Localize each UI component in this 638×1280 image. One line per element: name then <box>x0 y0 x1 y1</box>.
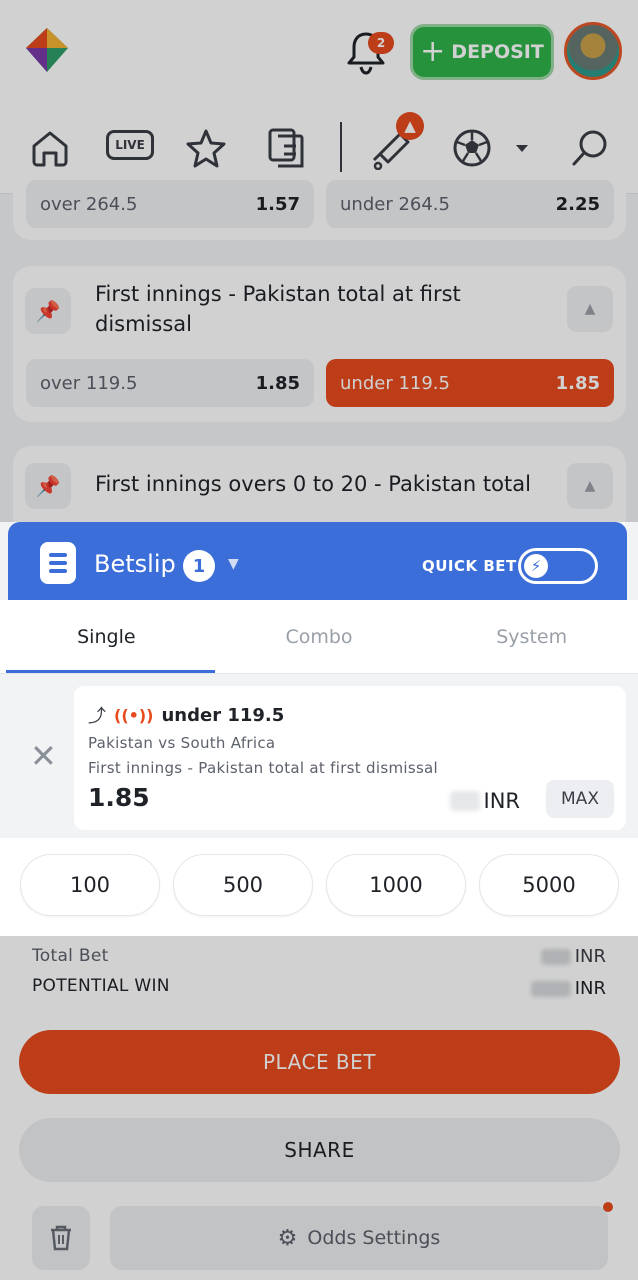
fire-icon: ▲ <box>396 112 424 140</box>
bet-match: Pakistan vs South Africa <box>88 734 276 752</box>
market-outcomes: over 119.5 1.85 under 119.5 1.85 <box>26 359 614 407</box>
betslip-icon <box>40 542 76 584</box>
live-nav-item[interactable]: LIVE <box>106 130 154 160</box>
outcome-label: over 119.5 <box>40 372 138 394</box>
clear-betslip-button[interactable] <box>32 1206 90 1270</box>
close-icon[interactable]: ✕ <box>30 740 57 772</box>
search-icon[interactable] <box>568 126 612 170</box>
pin-icon[interactable]: 📌 <box>25 463 71 509</box>
betslip-footer: Total Bet INR POTENTIAL WIN INR PLACE BE… <box>0 936 638 1280</box>
bet-selection-row: ⤴ ((•)) under 119.5 <box>88 702 284 728</box>
outcome-button-selected[interactable]: under 119.5 1.85 <box>326 359 614 407</box>
collapse-icon[interactable]: ▲ <box>567 463 613 509</box>
quick-amount-button[interactable]: 500 <box>173 854 313 916</box>
bet-market: First innings - Pakistan total at first … <box>88 759 439 777</box>
place-bet-button[interactable]: PLACE BET <box>19 1030 620 1094</box>
outcome-odds: 1.57 <box>255 193 300 215</box>
notification-count-badge: 2 <box>368 32 394 54</box>
deposit-label: DEPOSIT <box>451 41 544 63</box>
bet-odds: 1.85 <box>88 783 150 812</box>
quick-amount-button[interactable]: 1000 <box>326 854 466 916</box>
top-bar: 2 + DEPOSIT <box>0 0 638 104</box>
quick-bet-label: QUICK BET <box>422 557 517 575</box>
market-title: First innings overs 0 to 20 - Pakistan t… <box>95 472 531 496</box>
outcome-label: under 264.5 <box>340 193 450 215</box>
total-bet-label: Total Bet <box>32 946 109 966</box>
potential-win-value: INR <box>530 978 606 999</box>
quick-amounts: 100 500 1000 5000 <box>0 854 638 918</box>
chevron-down-icon[interactable] <box>500 126 544 170</box>
odds-settings-button[interactable]: ⚙ Odds Settings <box>110 1206 608 1270</box>
outcome-odds: 1.85 <box>255 372 300 394</box>
tab-system[interactable]: System <box>425 600 638 674</box>
notification-dot <box>603 1202 613 1212</box>
markets-list: over 264.5 1.57 under 264.5 2.25 📌 First… <box>0 174 638 536</box>
outcome-odds: 2.25 <box>555 193 600 215</box>
stake-value-redacted <box>449 791 480 811</box>
outcome-label: over 264.5 <box>40 193 138 215</box>
gear-icon: ⚙ <box>277 1225 298 1251</box>
quick-amount-button[interactable]: 100 <box>20 854 160 916</box>
market-outcomes: over 264.5 1.57 under 264.5 2.25 <box>26 180 614 228</box>
bet-selection: under 119.5 <box>161 704 285 726</box>
pin-icon[interactable]: 📌 <box>25 288 71 334</box>
betslip-title: Betslip <box>94 550 176 578</box>
betslip-count-badge: 1 <box>183 550 215 582</box>
quick-bet-toggle[interactable]: ⚡ <box>518 548 598 584</box>
stake-currency: INR <box>483 789 521 813</box>
active-tab-indicator <box>6 670 215 673</box>
market-title: First innings - Pakistan total at first … <box>95 282 461 336</box>
live-broadcast-icon: ((•)) <box>114 705 154 725</box>
star-icon[interactable] <box>184 126 228 170</box>
outcome-button[interactable]: under 264.5 2.25 <box>326 180 614 228</box>
odds-settings-label: Odds Settings <box>307 1227 441 1249</box>
total-bet-redacted <box>540 948 571 965</box>
brand-logo-icon[interactable] <box>24 26 70 74</box>
potential-win-currency: INR <box>574 978 606 999</box>
market-card: 📌 First innings - Pakistan total at firs… <box>13 266 626 422</box>
betslip-header[interactable]: Betslip 1 ▼ QUICK BET ⚡ <box>8 522 627 602</box>
collapse-icon[interactable]: ▲ <box>567 286 613 332</box>
total-bet-value: INR <box>540 946 606 967</box>
tab-combo[interactable]: Combo <box>213 600 426 674</box>
outcome-label: under 119.5 <box>340 372 450 394</box>
football-icon[interactable] <box>450 126 494 170</box>
plus-icon: + <box>420 34 446 69</box>
bet-list: ✕ ⤴ ((•)) under 119.5 Pakistan vs South … <box>0 674 638 838</box>
nav-divider <box>340 122 342 172</box>
betslip-tabs: Single Combo System <box>0 600 638 674</box>
potential-win-redacted <box>530 980 571 997</box>
outcome-button[interactable]: over 119.5 1.85 <box>26 359 314 407</box>
betslip-body: Single Combo System ✕ ⤴ ((•)) under 119.… <box>0 600 638 936</box>
outcome-button[interactable]: over 264.5 1.57 <box>26 180 314 228</box>
deposit-button[interactable]: + DEPOSIT <box>410 24 554 80</box>
betslip-history-icon[interactable] <box>264 126 308 170</box>
chevron-down-icon[interactable]: ▼ <box>228 556 239 572</box>
avatar[interactable] <box>564 22 622 80</box>
cricket-bat-icon: ⤴ <box>88 706 106 727</box>
stake-input[interactable]: INR <box>336 782 532 820</box>
max-stake-button[interactable]: MAX <box>546 780 614 818</box>
trash-icon <box>51 1225 71 1251</box>
bet-card: ⤴ ((•)) under 119.5 Pakistan vs South Af… <box>74 686 626 830</box>
total-bet-currency: INR <box>574 946 606 967</box>
share-button[interactable]: SHARE <box>19 1118 620 1182</box>
quick-amount-button[interactable]: 5000 <box>479 854 619 916</box>
potential-win-label: POTENTIAL WIN <box>32 976 170 996</box>
outcome-odds: 1.85 <box>555 372 600 394</box>
tab-single[interactable]: Single <box>0 600 213 674</box>
home-icon[interactable] <box>28 126 72 170</box>
lightning-icon: ⚡ <box>524 554 548 578</box>
